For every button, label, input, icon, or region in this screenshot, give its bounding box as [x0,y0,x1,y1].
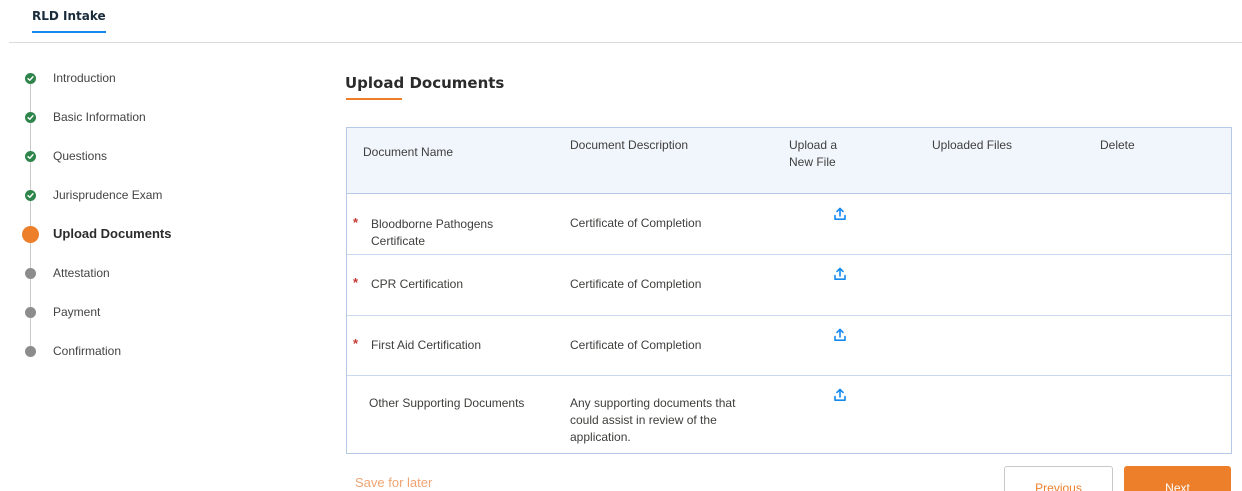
document-description-line: Certificate of Completion [570,338,702,352]
check-circle-icon [22,148,39,165]
step-label: Payment [53,305,101,319]
header-document-name: Document Name [363,145,454,159]
page-title: Upload Documents [345,74,505,92]
document-name-line: Other Supporting Documents [369,396,525,410]
header-delete: Delete [1100,138,1135,152]
document-description: Certificate of Completion [570,337,701,354]
document-name: Other Supporting Documents [369,395,524,412]
table-row: * First Aid Certification Certificate of C… [347,316,1231,376]
step-label: Jurisprudence Exam [53,188,163,202]
step-label: Basic Information [53,110,146,124]
step-item[interactable]: Introduction [22,70,322,109]
upload-icon[interactable] [833,207,847,221]
document-name-line: Certificate [371,234,426,248]
table-header: Document Name Document Description Uploa… [347,128,1231,194]
active-tab-indicator [32,31,106,33]
step-indicator-icon [22,226,39,243]
step-indicator-icon [22,304,39,321]
header-upload-new-file: Upload a New File [789,137,837,171]
step-item[interactable]: Payment [22,304,322,343]
check-circle-icon [22,70,39,87]
header-upload-line1: Upload a [789,138,838,152]
previous-button[interactable]: Previous [1004,466,1113,491]
title-accent-bar [346,98,402,100]
documents-table: Document Name Document Description Uploa… [346,127,1232,454]
step-label: Questions [53,149,108,163]
tab-rld-intake[interactable]: RLD Intake [32,9,106,34]
document-name-line: First Aid Certification [371,338,482,352]
document-description-line: Certificate of Completion [570,277,702,291]
progress-stepper: Introduction Basic Information Questions Ju… [22,70,322,382]
step-item[interactable]: Jurisprudence Exam [22,187,322,226]
table-row: * CPR Certification Certificate of Complet… [347,255,1231,316]
step-label: Confirmation [53,344,122,358]
step-indicator-icon [22,343,39,360]
document-description-line: application. [570,430,631,444]
document-description-line: could assist in review of the [570,413,717,427]
required-asterisk: * [353,275,359,290]
step-label: Introduction [53,71,116,85]
next-button[interactable]: Next [1124,466,1231,491]
upload-icon[interactable] [833,388,847,402]
step-item[interactable]: Upload Documents [22,226,322,265]
required-asterisk: * [353,336,359,351]
document-name: First Aid Certification [371,337,481,354]
save-for-later-link[interactable]: Save for later [355,475,432,490]
check-circle-icon [22,187,39,204]
header-upload-line2: New File [789,155,836,169]
document-description: Certificate of Completion [570,276,701,293]
step-item[interactable]: Confirmation [22,343,322,382]
tab-rld-intake-label: RLD Intake [32,9,106,23]
step-label: Attestation [53,266,110,280]
required-asterisk: * [353,215,359,230]
header-uploaded-files: Uploaded Files [932,138,1013,152]
header-divider [9,42,1242,43]
document-description-line: Certificate of Completion [570,216,702,230]
step-indicator-icon [22,265,39,282]
document-name-line: CPR Certification [371,277,464,291]
document-name: CPR Certification [371,276,463,293]
document-description-line: Any supporting documents that [570,396,736,410]
step-item[interactable]: Attestation [22,265,322,304]
step-item[interactable]: Basic Information [22,109,322,148]
document-name: Bloodborne Pathogens Certificate [371,216,493,250]
step-item[interactable]: Questions [22,148,322,187]
table-row: * Bloodborne Pathogens Certificate Certific… [347,194,1231,255]
step-label: Upload Documents [53,226,172,241]
document-description: Any supporting documents that could assis… [570,395,735,446]
document-description: Certificate of Completion [570,215,701,232]
header-document-description: Document Description [570,138,689,152]
check-circle-icon [22,109,39,126]
upload-icon[interactable] [833,267,847,281]
document-name-line: Bloodborne Pathogens [371,217,494,231]
table-row: Other Supporting Documents Any supporting… [347,376,1231,453]
upload-icon[interactable] [833,328,847,342]
